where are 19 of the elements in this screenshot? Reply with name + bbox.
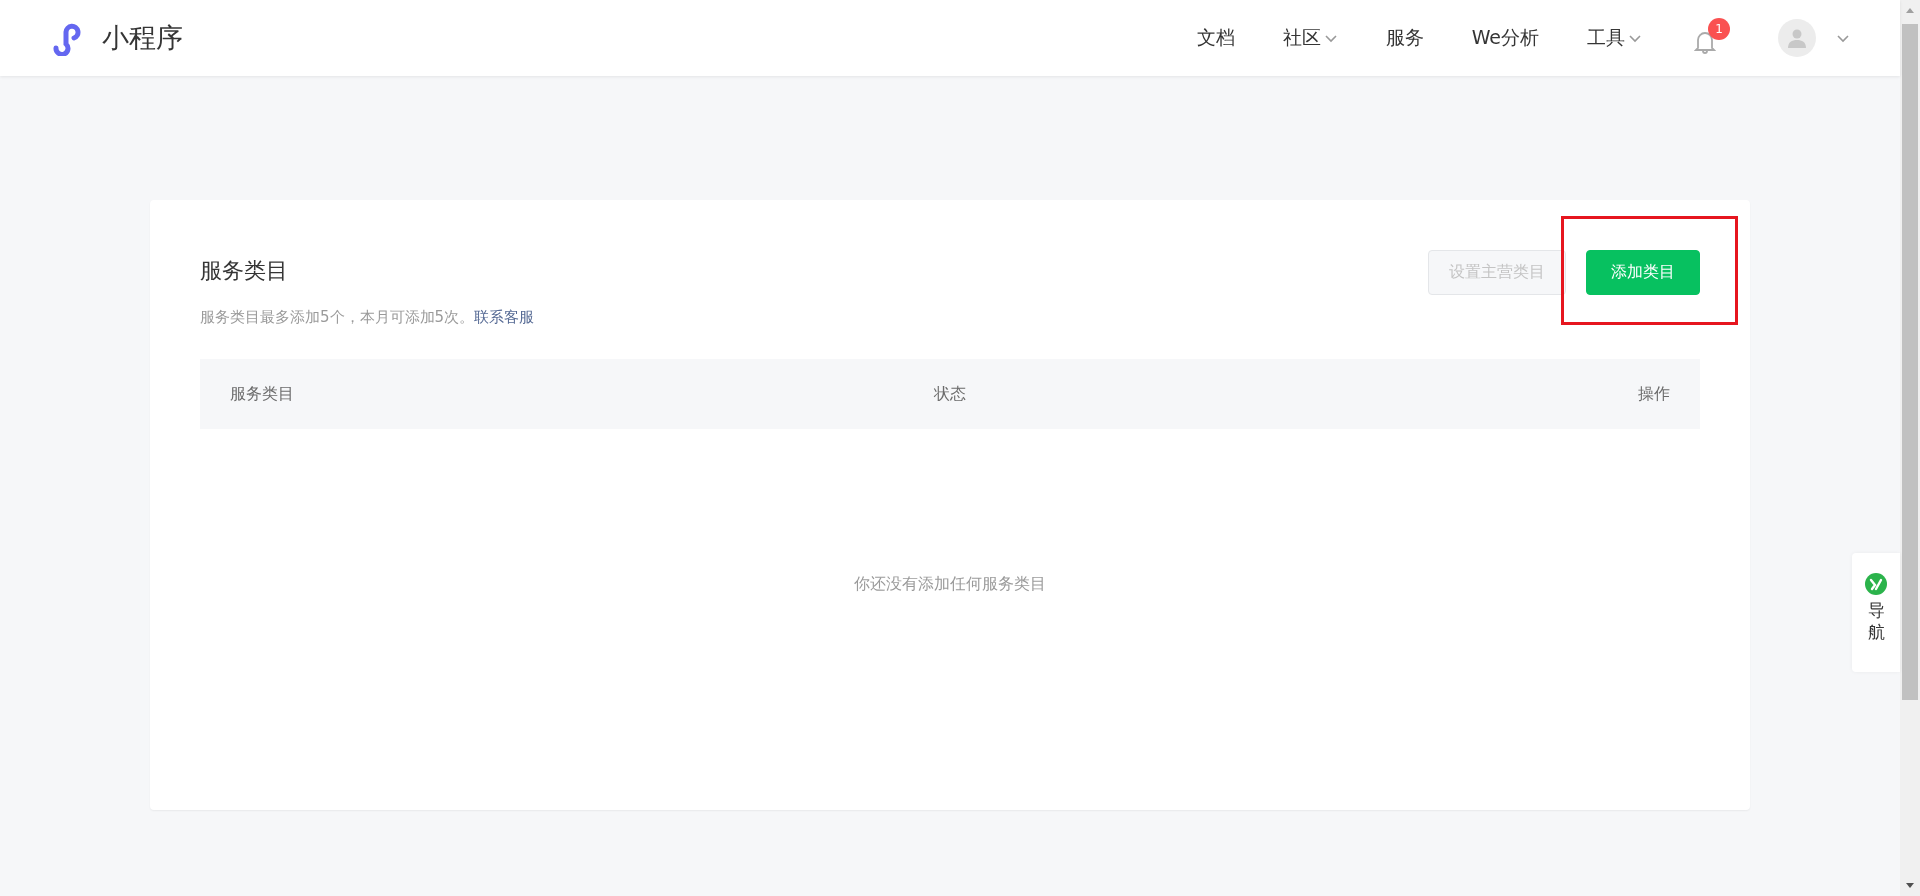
nav-link[interactable]: We分析 [1471, 25, 1539, 51]
user-icon [1787, 28, 1807, 48]
contact-link[interactable]: 联系客服 [474, 308, 535, 326]
logo-text: 小程序 [102, 21, 183, 55]
nav-link[interactable]: 社区 [1282, 25, 1338, 51]
empty-message: 你还没有添加任何服务类目 [854, 574, 1046, 595]
section-description: 服务类目最多添加5个，本月可添加5次。联系客服 [200, 308, 535, 327]
notification-badge: 1 [1708, 18, 1730, 40]
avatar[interactable] [1778, 19, 1816, 57]
column-header: 操作 [1637, 383, 1670, 405]
nav-link[interactable]: 文档 [1196, 25, 1235, 51]
bell-icon [1694, 30, 1716, 54]
nav-link[interactable]: 工具 [1587, 25, 1642, 51]
column-header: 状态 [933, 383, 967, 405]
nav-link[interactable]: 服务 [1385, 25, 1424, 51]
side-nav-button[interactable]: 导航 [1852, 553, 1900, 672]
column-header: 服务类目 [230, 383, 295, 405]
section-title: 服务类目 [200, 257, 289, 285]
nav-logo-icon [1865, 573, 1887, 595]
